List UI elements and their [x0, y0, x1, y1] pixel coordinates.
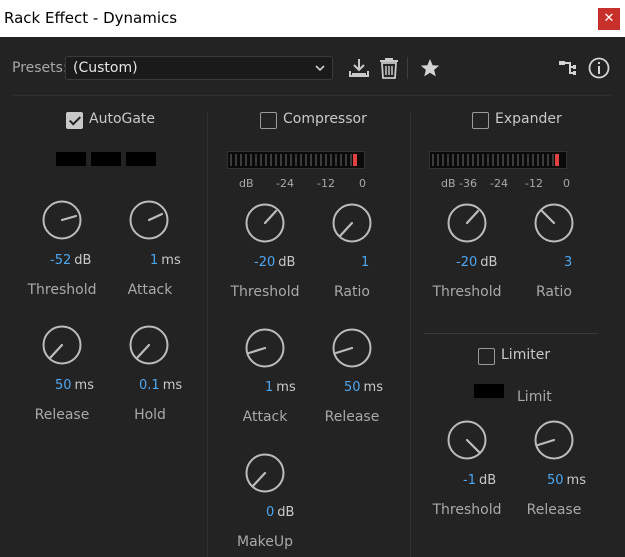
top-divider: [12, 95, 612, 96]
compressor-attack-value[interactable]: 1 ms: [265, 380, 296, 395]
compressor-release-knob[interactable]: [332, 328, 372, 368]
expander-label: Expander: [495, 111, 562, 127]
autogate-attack-knob[interactable]: [129, 200, 169, 240]
presets-label: Presets:: [12, 60, 68, 76]
toolbar: Presets: (Custom): [0, 37, 625, 95]
autogate-release-value[interactable]: 50 ms: [55, 378, 94, 393]
autogate-threshold-label: Threshold: [27, 282, 97, 298]
compressor-threshold-knob[interactable]: [245, 203, 285, 243]
meter-scale-label: -12: [525, 177, 543, 190]
limit-indicator: [474, 384, 504, 398]
autogate-hold-knob[interactable]: [129, 325, 169, 365]
compressor-ratio-value[interactable]: 1: [361, 255, 369, 270]
toolbar-separator: [407, 57, 408, 79]
close-icon: ✕: [603, 11, 615, 26]
limiter-threshold-label: Threshold: [432, 502, 502, 518]
save-preset-icon[interactable]: [347, 56, 371, 80]
gate-indicator: [126, 152, 156, 166]
presets-dropdown[interactable]: (Custom): [65, 56, 333, 80]
limiter-release-value[interactable]: 50 ms: [547, 473, 586, 488]
meter-scale-label: dB: [441, 177, 456, 190]
gate-indicator: [56, 152, 86, 166]
favorite-star-icon[interactable]: [418, 56, 442, 80]
expander-level-meter: [429, 151, 567, 169]
limit-label: Limit: [517, 389, 552, 405]
checkbox-box[interactable]: [260, 112, 277, 129]
checkbox-box[interactable]: [478, 348, 495, 365]
presets-value: (Custom): [73, 60, 138, 76]
title-bar: Rack Effect - Dynamics ✕: [0, 0, 625, 37]
expander-ratio-label: Ratio: [536, 284, 572, 300]
window-title: Rack Effect - Dynamics: [4, 9, 178, 27]
meter-scale-label: -36: [459, 177, 477, 190]
compressor-release-label: Release: [324, 409, 380, 425]
compressor-makeup-label: MakeUp: [236, 534, 293, 550]
chevron-down-icon: [314, 57, 326, 86]
limiter-divider: [424, 333, 598, 334]
compressor-label: Compressor: [283, 111, 367, 127]
limiter-threshold-value[interactable]: -1 dB: [463, 473, 496, 488]
autogate-hold-label: Hold: [134, 407, 166, 423]
compressor-attack-knob[interactable]: [245, 328, 285, 368]
routing-icon[interactable]: [556, 56, 580, 80]
compressor-level-meter: [227, 151, 365, 169]
autogate-threshold-value[interactable]: -52 dB: [50, 253, 91, 268]
autogate-attack-label: Attack: [127, 282, 173, 298]
autogate-release-label: Release: [34, 407, 90, 423]
compressor-makeup-knob[interactable]: [245, 453, 285, 493]
autogate-hold-value[interactable]: 0.1 ms: [139, 378, 182, 393]
meter-scale-label: -24: [490, 177, 508, 190]
delete-preset-icon[interactable]: [377, 56, 401, 80]
autogate-release-knob[interactable]: [42, 325, 82, 365]
compressor-ratio-label: Ratio: [334, 284, 370, 300]
expander-ratio-value[interactable]: 3: [564, 255, 572, 270]
column-divider: [207, 112, 208, 557]
meter-scale-label: 0: [563, 177, 570, 190]
expander-ratio-knob[interactable]: [534, 203, 574, 243]
autogate-attack-value[interactable]: 1 ms: [150, 253, 181, 268]
info-icon[interactable]: [587, 56, 611, 80]
autogate-label: AutoGate: [89, 111, 156, 127]
limiter-release-label: Release: [526, 502, 582, 518]
checkbox-box[interactable]: [472, 112, 489, 129]
limiter-threshold-knob[interactable]: [447, 420, 487, 460]
compressor-ratio-knob[interactable]: [332, 203, 372, 243]
checkbox-box[interactable]: [66, 112, 83, 129]
meter-scale-label: 0: [359, 177, 366, 190]
expander-threshold-knob[interactable]: [447, 203, 487, 243]
meter-scale-label: dB: [239, 177, 254, 190]
gate-indicator: [91, 152, 121, 166]
compressor-attack-label: Attack: [242, 409, 288, 425]
compressor-makeup-value[interactable]: 0 dB: [266, 505, 294, 520]
compressor-threshold-value[interactable]: -20 dB: [254, 255, 295, 270]
expander-threshold-value[interactable]: -20 dB: [456, 255, 497, 270]
compressor-threshold-label: Threshold: [230, 284, 300, 300]
meter-scale-label: -12: [317, 177, 335, 190]
expander-threshold-label: Threshold: [432, 284, 502, 300]
meter-scale-label: -24: [276, 177, 294, 190]
compressor-release-value[interactable]: 50 ms: [344, 380, 383, 395]
limiter-release-knob[interactable]: [534, 420, 574, 460]
close-button[interactable]: ✕: [598, 8, 620, 30]
autogate-threshold-knob[interactable]: [42, 200, 82, 240]
limiter-label: Limiter: [501, 347, 551, 363]
column-divider: [410, 112, 411, 557]
